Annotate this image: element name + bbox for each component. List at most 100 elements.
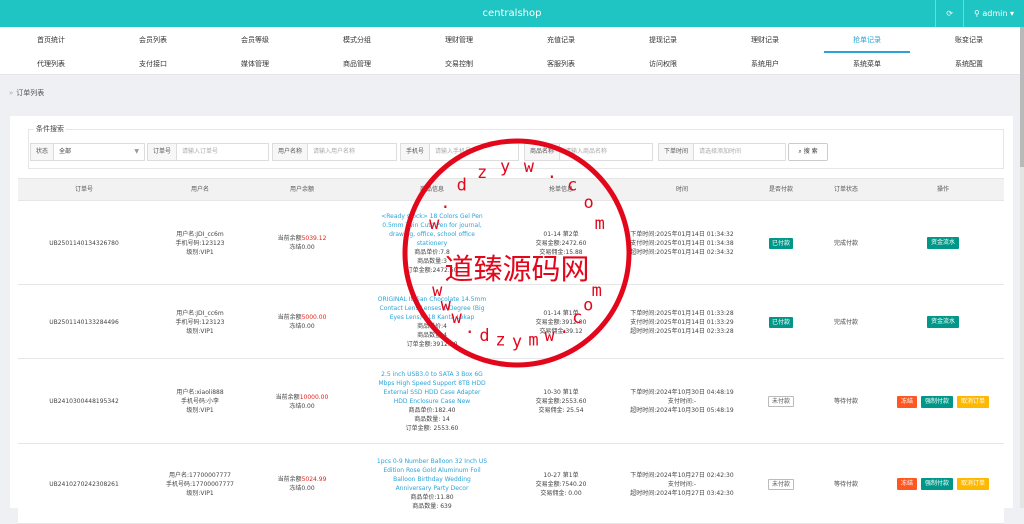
nav-item-row1-2[interactable]: 会员等级 <box>204 29 306 51</box>
grab-info-line: 交易佣金:39.12 <box>539 327 583 335</box>
nav-item-row2-0[interactable]: 代理列表 <box>0 53 102 75</box>
balance-value: 5000.00 <box>301 314 327 321</box>
balance-line: 当前余额5000.00 <box>278 313 327 322</box>
status-cell: 等待付款 <box>810 444 882 524</box>
user-info-line: 级别:VIP1 <box>186 489 214 497</box>
order-no-input[interactable]: 请输入订单号 <box>176 143 270 161</box>
user-info-line: 手机号码:123123 <box>175 239 225 247</box>
paid-cell: 已付款 <box>752 201 810 285</box>
force-pay-button[interactable]: 强制付款 <box>920 478 953 490</box>
search-button-label: 搜 索 <box>803 148 818 155</box>
nav-row-2: 代理列表 支付接口 媒体管理 商品管理 交易控制 客服列表 访问权限 系统用户 系统菜单 系统配置 <box>0 53 1020 75</box>
nav-item-row1-0[interactable]: 首页统计 <box>0 29 102 51</box>
goods-input[interactable]: 请输入商品名称 <box>559 143 654 161</box>
cancel-order-button[interactable]: 取消订单 <box>957 395 990 408</box>
grab-info-line: 01-14 第1单 <box>543 309 579 317</box>
grab-info-line: 交易金额:3912.00 <box>535 318 587 326</box>
fund-flow-button[interactable]: 资金流水 <box>926 316 959 328</box>
time-line: 支付时间:2025年01月14日 01:34:38 <box>630 239 734 247</box>
nav-item-row2-1[interactable]: 支付接口 <box>102 53 204 75</box>
table-row: UB2410270242308261 用户名:17700007777 手机号码:17… <box>18 444 1004 524</box>
nav-item-row1-5[interactable]: 充值记录 <box>510 29 612 51</box>
nav-row-1: 首页统计 会员列表 会员等级 模式分组 理财管理 充值记录 提现记录 理财记录 抢单记录 账变记录 <box>0 29 1020 53</box>
time-line: 超时时间:2025年01月14日 02:33:28 <box>630 327 734 335</box>
user-cell: 用户名:JDI_cc6m 手机号码:123123 级别:VIP1 <box>150 201 250 285</box>
goods-info-line: 订单金额: 2553.60 <box>405 425 459 432</box>
payment-status-badge: 已付款 <box>768 237 793 249</box>
nav-item-row2-8[interactable]: 系统菜单 <box>816 53 918 75</box>
user-info-line: 级别:VIP1 <box>186 327 214 335</box>
column-header: 抢单信息 <box>548 186 573 193</box>
time-input[interactable]: 请选择添加时间 <box>693 143 787 161</box>
nav-item-row1-3[interactable]: 模式分组 <box>306 29 408 51</box>
breadcrumb-label: 订单列表 <box>16 89 45 97</box>
balance-line: 当前余额5039.12 <box>278 234 327 243</box>
force-pay-button[interactable]: 强制付款 <box>920 395 953 408</box>
order-no: UB2410300448195342 <box>49 398 119 405</box>
nav-item-row2-5[interactable]: 客服列表 <box>510 53 612 75</box>
balance-line: 当前余额10000.00 <box>276 393 329 402</box>
frozen-balance: 冻结0.00 <box>289 402 315 410</box>
freeze-button[interactable]: 冻结 <box>896 478 917 490</box>
nav-item-row2-3[interactable]: 商品管理 <box>306 53 408 75</box>
balance-value: 5039.12 <box>301 235 327 242</box>
goods-info-line: 商品数量: 639 <box>412 503 452 510</box>
status-select[interactable]: 全部 ▼ <box>53 143 146 161</box>
status-value: 全部 <box>59 148 72 155</box>
status-cell: 完成付款 <box>810 201 882 285</box>
status-cell: 完成付款 <box>810 285 882 359</box>
nav-item-row1-4[interactable]: 理财管理 <box>408 29 510 51</box>
nav-item-row2-4[interactable]: 交易控制 <box>408 53 510 75</box>
goods-title-link[interactable]: ORIGINAL Italian Chocolate 14.5mm Contac… <box>376 295 488 322</box>
nav-item-row1-8[interactable]: 抢单记录 <box>816 29 918 53</box>
status-label: 状态 <box>30 143 54 161</box>
scrollbar-thumb[interactable] <box>1020 27 1024 167</box>
refresh-button[interactable]: ⟳ <box>935 0 963 27</box>
nav-item-row1-6[interactable]: 提现记录 <box>612 29 714 51</box>
balance-cell: 当前余额5039.12 冻结0.00 <box>250 201 354 285</box>
user-icon: ⚲ <box>973 9 980 18</box>
time-line: 下单时间:2025年01月14日 01:34:32 <box>630 230 734 238</box>
user-menu[interactable]: ⚲ admin ▾ <box>962 0 1024 27</box>
username-input[interactable]: 请输入用户名称 <box>307 143 398 161</box>
nav-item-row1-1[interactable]: 会员列表 <box>102 29 204 51</box>
balance-value: 5024.99 <box>301 476 327 483</box>
paid-cell: 已付款 <box>752 285 810 359</box>
goods-info-line: 商品数量:3 <box>417 257 447 265</box>
nav-item-row1-7[interactable]: 理财记录 <box>714 29 816 51</box>
grab-info-line: 10-27 第1单 <box>543 471 579 479</box>
order-no-cell: UB2410300448195342 <box>18 359 150 444</box>
status-filter: 状态 全部 ▼ <box>30 143 146 161</box>
goods-title-link[interactable]: 2.5 inch USB3.0 to SATA 3 Box 6G Mbps Hi… <box>376 370 488 406</box>
nav-item-row2-6[interactable]: 访问权限 <box>612 53 714 75</box>
nav-item-row2-7[interactable]: 系统用户 <box>714 53 816 75</box>
grab-info-line: 交易佣金: 0.00 <box>540 489 582 497</box>
payment-status-badge: 未付款 <box>767 478 794 490</box>
phone-filter: 手机号 请输入手机号 <box>400 143 520 161</box>
grab-cell: 01-14 第1单 交易金额:3912.00 交易佣金:39.12 <box>510 285 612 359</box>
time-line: 下单时间:2024年10月30日 04:48:19 <box>630 389 734 396</box>
status-cell: 等待付款 <box>810 359 882 444</box>
cancel-order-button[interactable]: 取消订单 <box>957 478 990 490</box>
fund-flow-button[interactable]: 资金流水 <box>926 237 959 249</box>
grab-info-line: 交易佣金: 25.54 <box>538 407 584 414</box>
top-actions: ⟳ ⚲ admin ▾ <box>935 0 1024 27</box>
user-info-line: 用户名:JDI_cc6m <box>176 309 224 317</box>
phone-input[interactable]: 请输入手机号 <box>429 143 520 161</box>
grab-cell: 01-14 第2单 交易金额:2472.60 交易佣金:15.88 <box>510 201 612 285</box>
nav-item-row2-9[interactable]: 系统配置 <box>918 53 1020 75</box>
time-line: 超时时间:2024年10月27日 03:42:30 <box>630 489 734 497</box>
column-header: 操作 <box>936 186 949 193</box>
nav-item-row2-2[interactable]: 媒体管理 <box>204 53 306 75</box>
user-info-line: 级别:VIP1 <box>186 407 214 414</box>
grab-info-line: 01-14 第2单 <box>543 230 579 238</box>
nav-item-row1-9[interactable]: 账变记录 <box>918 29 1020 51</box>
actions-cell: 冻结 强制付款 取消订单 <box>882 359 1004 444</box>
freeze-button[interactable]: 冻结 <box>896 395 917 408</box>
search-button[interactable]: ⌕ 搜 索 <box>788 143 828 161</box>
goods-title-link[interactable]: <Ready stock> 18 Colors Gel Pen 0.5mm Tw… <box>376 212 488 248</box>
filter-legend: 条件搜索 <box>34 124 66 134</box>
table-row: UB2501140134326780 用户名:JDI_cc6m 手机号码:12312… <box>18 201 1004 285</box>
order-table: 订单号 用户名 用户余额 商品信息 抢单信息 时间 是否付款 订单状态 操作 UB2501140… <box>18 178 1004 524</box>
goods-title-link[interactable]: 1pcs 0-9 Number Balloon 32 Inch US Editi… <box>376 457 488 493</box>
